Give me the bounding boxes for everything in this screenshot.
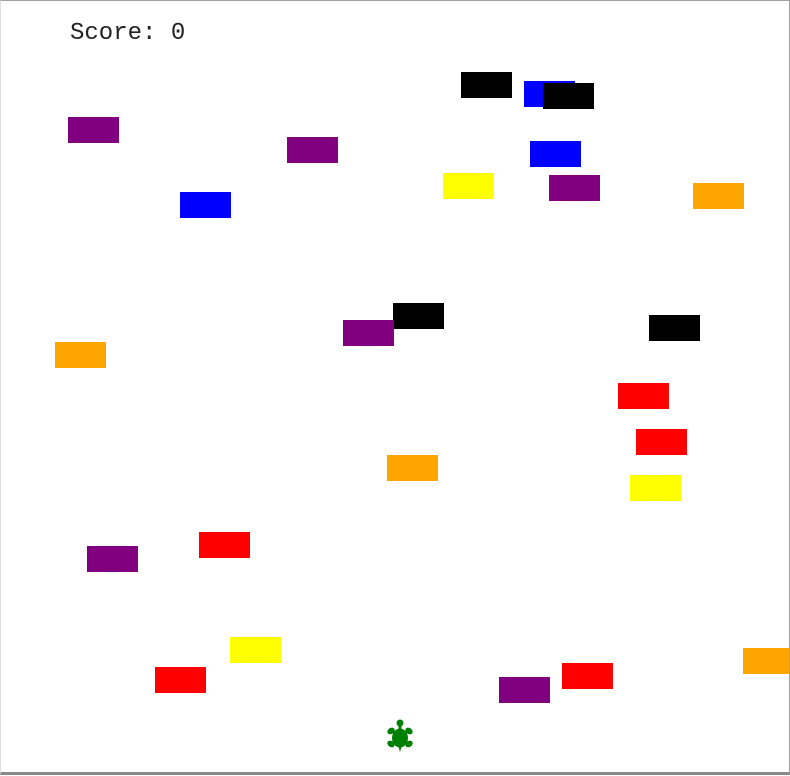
game-canvas[interactable]: Score: 0 xyxy=(0,0,790,775)
block-red xyxy=(199,532,250,558)
block-orange xyxy=(55,342,106,368)
score-display: Score: 0 xyxy=(70,20,185,47)
block-purple xyxy=(499,677,550,703)
block-black xyxy=(461,72,512,98)
block-orange xyxy=(743,648,789,674)
block-red xyxy=(618,383,669,409)
block-purple xyxy=(287,137,338,163)
score-value: 0 xyxy=(170,20,186,47)
block-orange xyxy=(693,183,744,209)
block-yellow xyxy=(443,173,494,199)
turtle-icon[interactable] xyxy=(386,719,414,753)
block-blue xyxy=(530,141,581,167)
block-purple xyxy=(343,320,394,346)
block-red xyxy=(562,663,613,689)
block-purple xyxy=(549,175,600,201)
block-red xyxy=(636,429,687,455)
block-purple xyxy=(68,117,119,143)
block-black xyxy=(543,83,594,109)
block-yellow xyxy=(230,637,281,663)
block-yellow xyxy=(630,475,681,501)
block-orange xyxy=(387,455,438,481)
block-black xyxy=(649,315,700,341)
block-black xyxy=(393,303,444,329)
block-blue xyxy=(180,192,231,218)
block-purple xyxy=(87,546,138,572)
block-red xyxy=(155,667,206,693)
score-label: Score: xyxy=(70,20,157,47)
